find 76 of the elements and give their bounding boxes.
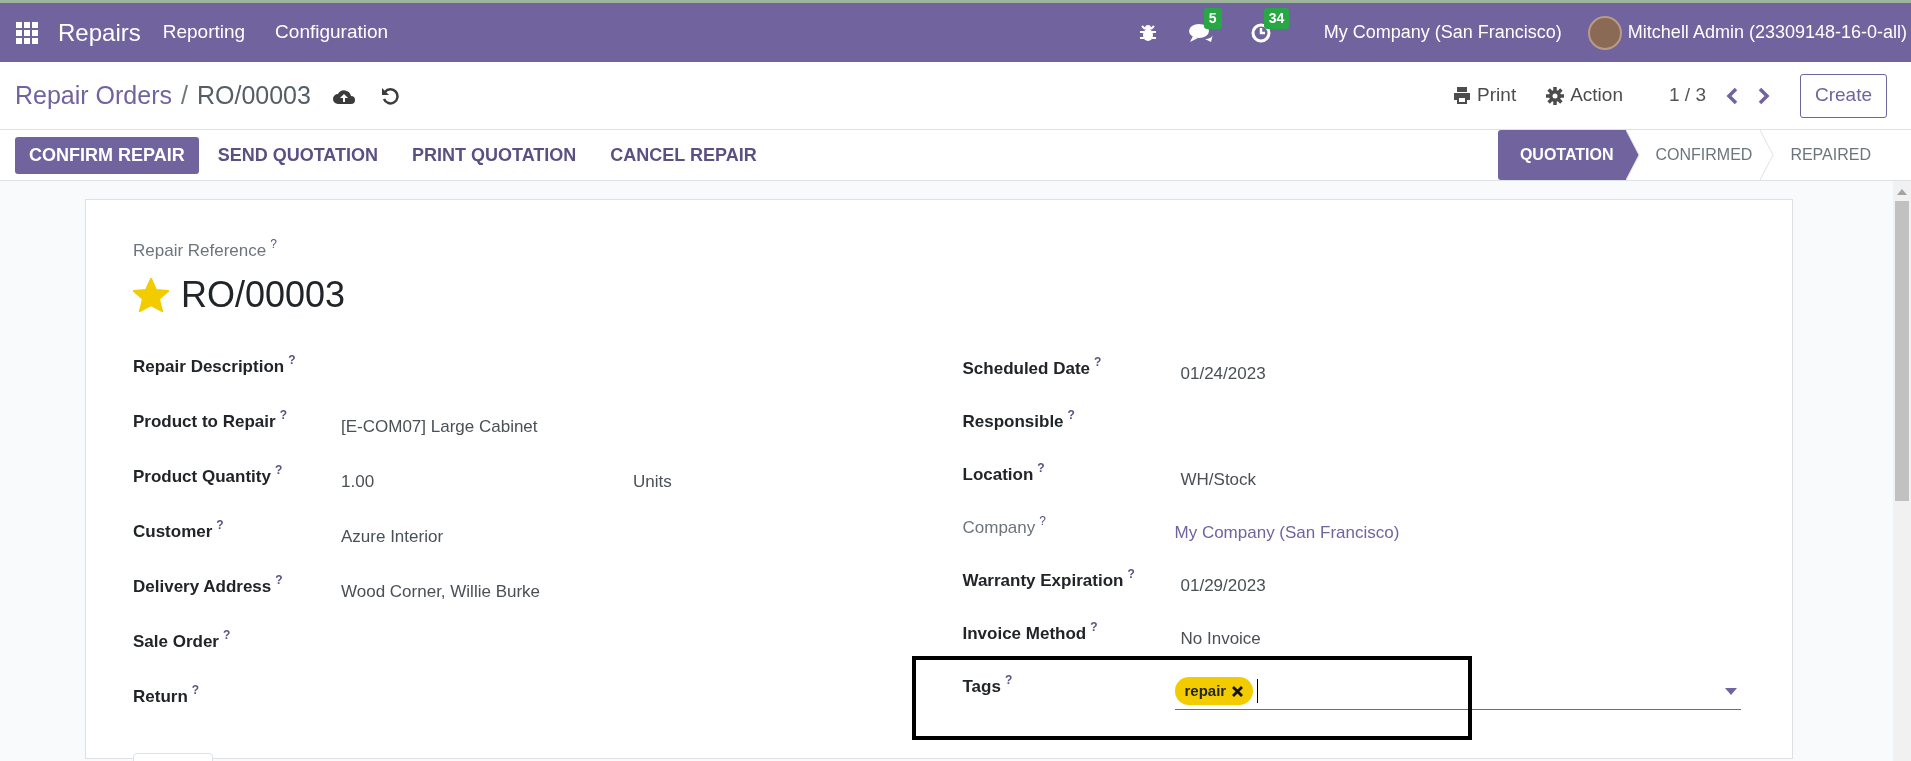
printer-icon — [1453, 87, 1472, 104]
field-value: 01/29/2023 — [1180, 574, 1266, 597]
chat-icon[interactable] — [1187, 21, 1214, 44]
help-tooltip[interactable]: ? — [1127, 567, 1135, 581]
help-tooltip[interactable]: ? — [279, 408, 287, 422]
field-label: Delivery Address — [133, 575, 272, 598]
help-tooltip[interactable]: ? — [216, 518, 224, 532]
help-tooltip[interactable]: ? — [223, 628, 231, 642]
help-tooltip[interactable]: ? — [288, 353, 296, 367]
field-value: 01/24/2023 — [1180, 362, 1266, 385]
help-tooltip[interactable]: ? — [1004, 673, 1013, 687]
field-label: Location — [962, 463, 1034, 486]
field-label: Invoice Method — [962, 622, 1087, 645]
company-switcher[interactable]: My Company (San Francisco) — [1323, 19, 1562, 46]
field-value: WH/Stock — [1180, 468, 1257, 491]
dropdown-caret-icon[interactable] — [1724, 687, 1737, 695]
unit-value: Units — [633, 470, 672, 493]
action-link-button[interactable]: PRINT QUOTATION — [397, 136, 592, 174]
breadcrumb-link[interactable]: Repair Orders — [15, 76, 172, 115]
menu-item[interactable]: Configuration — [275, 18, 389, 47]
field-label: Repair Description — [133, 355, 285, 378]
star-icon[interactable] — [133, 277, 169, 312]
next-icon[interactable] — [1757, 86, 1770, 105]
menu-item[interactable]: Reporting — [162, 18, 246, 47]
field-label: Company — [962, 516, 1036, 539]
field-value: 1.00 — [341, 470, 376, 493]
clock-icon[interactable] — [1249, 21, 1272, 44]
help-tooltip[interactable]: ? — [1037, 461, 1045, 475]
record-reference: RO/00003 — [181, 272, 346, 317]
company-link[interactable]: My Company (San Francisco) — [1174, 514, 1400, 568]
action-link-button[interactable]: SEND QUOTATION — [202, 136, 393, 174]
field-label: Scheduled Date — [962, 357, 1091, 380]
field-label: Repair Reference — [133, 240, 267, 262]
breadcrumb-separator: / — [181, 79, 188, 111]
scrollbar-thumb[interactable] — [1895, 201, 1909, 501]
bug-icon[interactable] — [1137, 22, 1158, 43]
field-label: Product to Repair — [133, 410, 276, 433]
action-link-button[interactable]: CANCEL REPAIR — [595, 136, 772, 174]
field-label: Customer — [133, 520, 213, 543]
help-tooltip[interactable]: ? — [275, 573, 283, 587]
apps-menu-icon[interactable] — [16, 21, 38, 44]
help-tooltip[interactable]: ? — [274, 463, 283, 477]
app-name[interactable]: Repairs — [58, 14, 141, 51]
message-count-badge: 5 — [1203, 7, 1222, 29]
tags-field[interactable]: repair — [1174, 673, 1741, 710]
help-tooltip[interactable]: ? — [1039, 514, 1046, 528]
help-tooltip[interactable]: ? — [1067, 408, 1075, 422]
field-label: Product Quantity — [133, 465, 271, 488]
field-value: [E-COM07] Large Cabinet — [341, 415, 539, 438]
help-tooltip[interactable]: ? — [1094, 355, 1102, 369]
field-value: Azure Interior — [341, 525, 445, 548]
help-tooltip[interactable]: ? — [191, 683, 200, 697]
tag-label: repair — [1184, 680, 1227, 701]
confirm-button[interactable]: CONFIRM REPAIR — [15, 136, 199, 174]
record-title: RO/00003 — [196, 79, 311, 111]
field-label: Warranty Expiration — [962, 569, 1124, 592]
field-value: Wood Corner, Willie Burke — [341, 580, 542, 603]
field-label: Return — [133, 685, 188, 708]
help-tooltip[interactable]: ? — [1090, 620, 1098, 634]
activity-count-badge: 34 — [1263, 7, 1290, 29]
gear-icon — [1546, 86, 1565, 105]
text-cursor — [1257, 679, 1259, 703]
user-menu[interactable]: Mitchell Admin (23309148-16-0-all) — [1627, 19, 1907, 46]
pager-value: 1 / 3 — [1669, 83, 1706, 108]
previous-icon[interactable] — [1725, 86, 1738, 105]
undo-icon[interactable] — [380, 86, 399, 105]
action-button[interactable]: Action — [1546, 81, 1623, 110]
help-tooltip[interactable]: ? — [270, 238, 277, 251]
field-label: Tags — [962, 675, 1001, 698]
field-label: Responsible — [962, 410, 1064, 433]
field-label: Sale Order — [133, 630, 219, 653]
create-button[interactable]: Create — [1799, 73, 1887, 118]
print-button[interactable]: Print — [1453, 81, 1517, 110]
scrollbar[interactable] — [1893, 181, 1911, 761]
close-icon[interactable] — [1232, 685, 1244, 697]
field-value: No Invoice — [1180, 627, 1261, 650]
